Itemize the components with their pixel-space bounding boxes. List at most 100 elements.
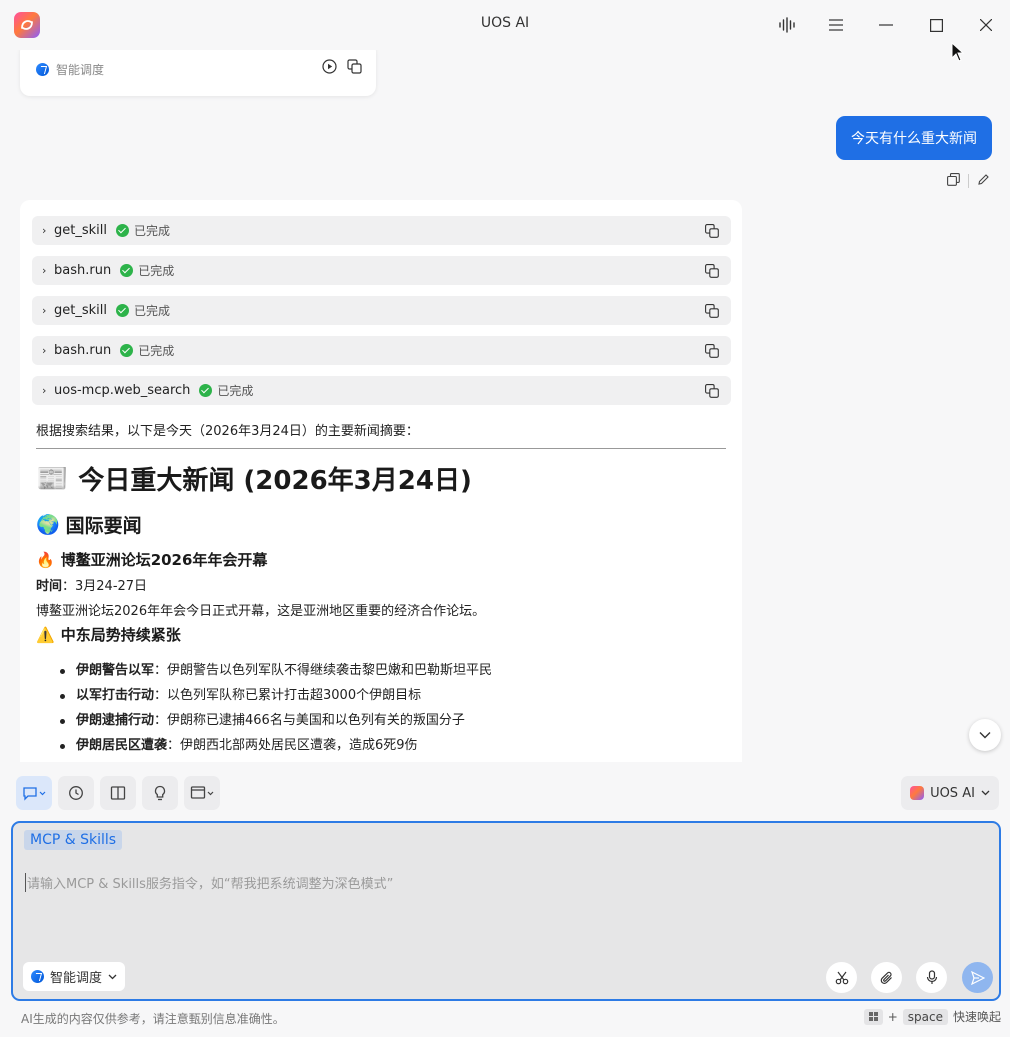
- subsection-heading: 🔥 博鳌亚洲论坛2026年年会开幕: [36, 549, 267, 570]
- space-key: space: [902, 1008, 948, 1025]
- new-chat-button[interactable]: [16, 776, 52, 810]
- list-item: 伊朗逮捕行动：伊朗称已逮捕466名与美国和以色列有关的叛国分子: [60, 712, 492, 737]
- copy-icon[interactable]: [705, 224, 719, 242]
- copy-icon[interactable]: [705, 264, 719, 282]
- copy-icon[interactable]: [705, 304, 719, 322]
- answer-intro: 根据搜索结果，以下是今天（2026年3月24日）的主要新闻摘要：: [36, 424, 419, 439]
- tool-status: 已完成: [133, 224, 170, 238]
- voice-input-button[interactable]: [916, 962, 947, 993]
- microphone-icon: [926, 970, 937, 984]
- copy-icon[interactable]: [705, 384, 719, 402]
- time-label: 时间: [36, 579, 63, 594]
- uos-ai-logo-icon: [910, 786, 925, 800]
- tool-call-row[interactable]: › get_skill 已完成: [32, 216, 731, 245]
- close-icon[interactable]: [973, 12, 999, 38]
- chevron-right-icon: ›: [42, 224, 47, 237]
- list-item: 以军打击行动：以色列军队称已累计打击超3000个伊朗目标: [60, 687, 492, 712]
- hotkey-label: 快速唤起: [952, 1010, 1001, 1024]
- subsection-heading: ⚠️ 中东局势持续紧张: [36, 624, 181, 645]
- mcp-skills-tag[interactable]: MCP & Skills: [24, 830, 123, 850]
- tool-call-row[interactable]: › bash.run 已完成: [32, 256, 731, 285]
- divider: [36, 448, 726, 449]
- tool-name: uos-mcp.web_search: [54, 383, 191, 398]
- knowledge-base-button[interactable]: [100, 776, 136, 810]
- mode-selector[interactable]: 智能调度: [23, 962, 126, 991]
- screenshot-mode-button[interactable]: [184, 776, 220, 810]
- history-icon: [69, 786, 83, 800]
- chevron-right-icon: ›: [42, 304, 47, 317]
- screenshot-button[interactable]: [826, 962, 857, 993]
- tool-status: 已完成: [138, 344, 175, 358]
- title-bar: UOS AI: [0, 0, 1010, 62]
- user-message-actions: [947, 171, 990, 190]
- assistant-answer-card: › get_skill 已完成 › bash.run 已完成 › get_ski…: [20, 200, 742, 762]
- section-heading-text: 国际要闻: [65, 515, 142, 537]
- list-item: 伊朗警告以军：伊朗警告以色列军队不得继续袭击黎巴嫩和巴勒斯坦平民: [60, 662, 492, 687]
- scroll-to-bottom-button[interactable]: [969, 719, 1001, 751]
- previous-answer-card: 智能调度: [20, 50, 376, 96]
- check-circle-icon: [199, 384, 213, 397]
- maximize-icon[interactable]: [923, 12, 949, 38]
- edit-icon[interactable]: [977, 171, 990, 190]
- attach-file-button[interactable]: [871, 962, 902, 993]
- news-heading-text: 今日重大新闻 (2026年3月24日): [78, 466, 472, 496]
- model-selector[interactable]: UOS AI: [901, 776, 999, 810]
- window-capture-icon: [190, 786, 214, 799]
- check-circle-icon: [115, 304, 129, 317]
- smart-dispatch-icon: [36, 63, 49, 76]
- mode-label: 智能调度: [56, 63, 105, 77]
- tool-name: get_skill: [54, 303, 107, 318]
- minimize-icon[interactable]: [873, 12, 899, 38]
- chat-area: 智能调度 今天有什么重大新闻 › get_skill 已完成 › bash.ru…: [0, 50, 1010, 762]
- book-icon: [110, 786, 126, 800]
- tool-status: 已完成: [133, 304, 170, 318]
- paperclip-icon: [880, 971, 892, 984]
- menu-icon[interactable]: [823, 12, 849, 38]
- tool-status: 已完成: [217, 384, 254, 398]
- message-input-box[interactable]: MCP & Skills 请输入MCP & Skills服务指令，如“帮我把系统…: [11, 821, 1001, 1001]
- subsection-title: 博鳌亚洲论坛2026年年会开幕: [60, 551, 268, 569]
- check-circle-icon: [120, 344, 134, 357]
- copy-icon[interactable]: [347, 59, 362, 78]
- globe-icon: 🌍: [36, 514, 60, 536]
- tips-button[interactable]: [142, 776, 178, 810]
- tool-call-row[interactable]: › bash.run 已完成: [32, 336, 731, 365]
- message-input-placeholder[interactable]: 请输入MCP & Skills服务指令，如“帮我把系统调整为深色模式”: [25, 873, 393, 892]
- newspaper-icon: 📰: [36, 463, 69, 494]
- warning-icon: ⚠️: [36, 625, 55, 644]
- chevron-down-icon: [108, 974, 117, 979]
- lightbulb-icon: [154, 785, 166, 801]
- model-name: UOS AI: [930, 785, 975, 801]
- history-button[interactable]: [58, 776, 94, 810]
- chevron-down-icon: [981, 790, 990, 796]
- send-button[interactable]: [962, 962, 993, 993]
- check-circle-icon: [120, 264, 134, 277]
- check-circle-icon: [115, 224, 129, 237]
- time-line: 时间：3月24-27日: [36, 575, 147, 594]
- new-chat-icon: [23, 787, 46, 801]
- mode-selector-label: 智能调度: [50, 971, 103, 986]
- news-heading: 📰 今日重大新闻 (2026年3月24日): [36, 460, 472, 497]
- list-item: 伊朗居民区遭袭：伊朗西北部两处居民区遭袭，造成6死9伤: [60, 737, 492, 762]
- subsection-title: 中东局势持续紧张: [60, 626, 181, 644]
- fire-icon: 🔥: [36, 550, 55, 569]
- windows-key-icon: [863, 1008, 883, 1025]
- scissors-icon: [835, 971, 848, 984]
- mode-indicator: 智能调度: [36, 61, 104, 78]
- section-heading: 🌍 国际要闻: [36, 511, 142, 538]
- tool-status: 已完成: [138, 264, 175, 278]
- tool-call-row[interactable]: › uos-mcp.web_search 已完成: [32, 376, 731, 405]
- disclaimer-text: AI生成的内容仅供参考，请注意甄别信息准确性。: [21, 1012, 285, 1026]
- hotkey-plus: +: [887, 1009, 898, 1024]
- copy-icon[interactable]: [705, 344, 719, 362]
- tool-call-row[interactable]: › get_skill 已完成: [32, 296, 731, 325]
- news-description: 博鳌亚洲论坛2026年年会今日正式开幕，这是亚洲地区重要的经济合作论坛。: [36, 604, 486, 619]
- voice-wave-icon[interactable]: [774, 12, 800, 38]
- tool-name: bash.run: [54, 343, 112, 358]
- input-toolbar: UOS AI: [0, 762, 1010, 820]
- play-icon[interactable]: [322, 59, 337, 78]
- copy-icon[interactable]: [947, 171, 960, 190]
- user-message-bubble: 今天有什么重大新闻: [836, 116, 992, 160]
- chevron-down-icon: [979, 732, 991, 739]
- chevron-right-icon: ›: [42, 384, 47, 397]
